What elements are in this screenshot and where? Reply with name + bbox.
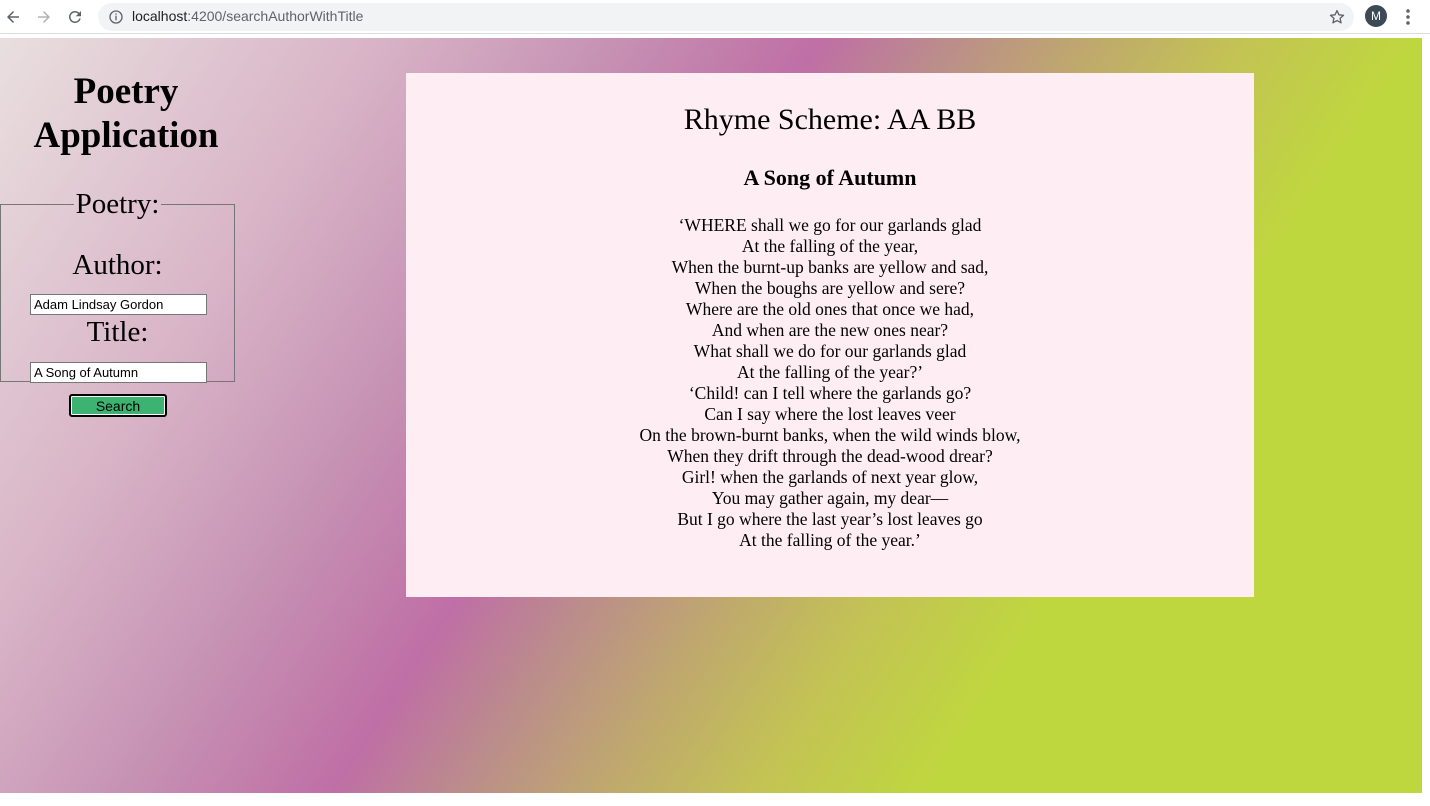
- window-bottom-edge: [0, 793, 1430, 806]
- reload-icon[interactable]: [63, 5, 87, 29]
- star-icon[interactable]: [1328, 8, 1346, 26]
- poem-line: ‘WHERE shall we go for our garlands glad: [678, 215, 982, 235]
- poem-line: ‘Child! can I tell where the garlands go…: [688, 383, 972, 403]
- url-text[interactable]: localhost:4200/searchAuthorWithTitle: [132, 8, 363, 24]
- browser-toolbar: localhost:4200/searchAuthorWithTitle M: [0, 0, 1430, 34]
- poem-line: What shall we do for our garlands glad: [693, 341, 967, 361]
- url-path: :4200/searchAuthorWithTitle: [187, 8, 364, 24]
- poem-line: Girl! when the garlands of next year glo…: [681, 467, 979, 487]
- poem-line: You may gather again, my dear—: [711, 488, 949, 508]
- search-button[interactable]: Search: [69, 394, 167, 417]
- poem-line: And when are the new ones near?: [711, 320, 949, 340]
- author-input[interactable]: [30, 294, 207, 315]
- poem-line: When they drift through the dead-wood dr…: [667, 446, 993, 466]
- poem-line: When the burnt-up banks are yellow and s…: [671, 257, 989, 277]
- author-label: Author:: [72, 249, 163, 281]
- title-input[interactable]: [30, 362, 207, 383]
- poem-result-card: Rhyme Scheme: AA BB A Song of Autumn ‘WH…: [406, 73, 1254, 597]
- forward-arrow-icon[interactable]: [32, 5, 56, 29]
- page-viewport: Poetry Application Poetry: Author: Title…: [0, 38, 1422, 793]
- title-label: Title:: [86, 316, 149, 348]
- poem-lines: ‘WHERE shall we go for our garlands glad…: [406, 215, 1254, 551]
- address-bar[interactable]: localhost:4200/searchAuthorWithTitle: [98, 3, 1354, 31]
- url-host: localhost: [132, 8, 188, 24]
- poem-line: At the falling of the year.’: [739, 530, 921, 550]
- poem-title: A Song of Autumn: [743, 165, 917, 190]
- scrollbar-gutter: [1422, 38, 1430, 806]
- poem-line: On the brown-burnt banks, when the wild …: [639, 425, 1021, 445]
- info-icon[interactable]: [108, 9, 124, 25]
- poem-line: At the falling of the year,: [741, 236, 919, 256]
- poem-line: When the boughs are yellow and sere?: [694, 278, 966, 298]
- form-legend: Poetry:: [75, 188, 160, 220]
- poem-line: Where are the old ones that once we had,: [685, 299, 975, 319]
- poetry-search-form: Poetry: Author: Title:: [0, 188, 235, 383]
- poem-line: But I go where the last year’s lost leav…: [677, 509, 983, 529]
- kebab-menu-icon[interactable]: [1398, 6, 1418, 28]
- poem-line: Can I say where the lost leaves veer: [704, 404, 956, 424]
- profile-avatar[interactable]: M: [1365, 5, 1387, 27]
- rhyme-scheme-heading: Rhyme Scheme: AA BB: [683, 103, 977, 136]
- poem-line: At the falling of the year?’: [736, 362, 924, 382]
- app-title: Poetry Application: [33, 71, 219, 156]
- back-arrow-icon[interactable]: [1, 5, 25, 29]
